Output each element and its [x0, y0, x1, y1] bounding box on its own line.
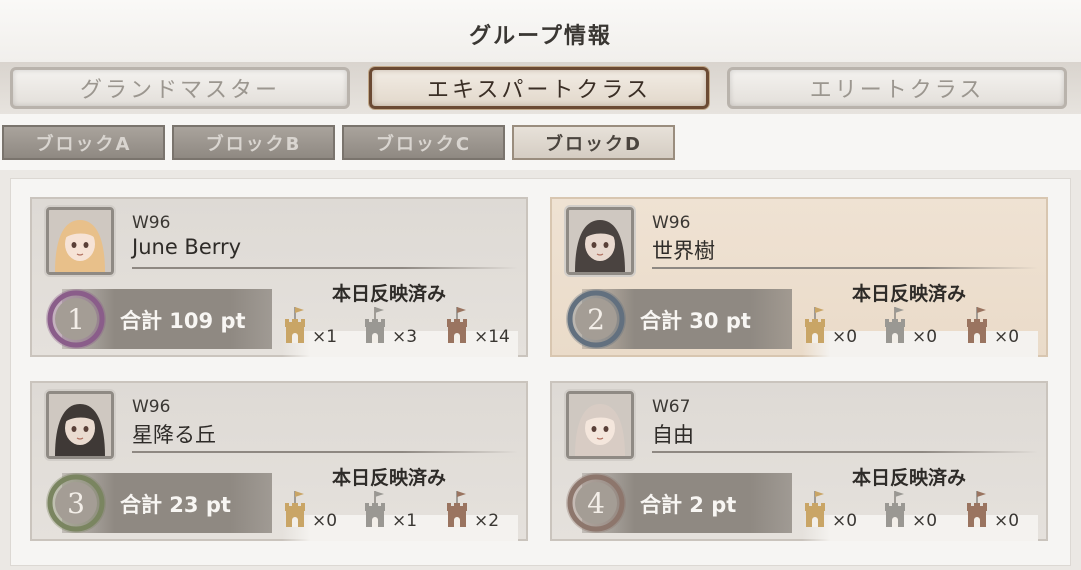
- guild-name: 星降る丘: [132, 423, 216, 447]
- guild-avatar: [566, 391, 634, 459]
- tab-expert-class[interactable]: エキスパートクラス: [369, 67, 709, 109]
- tower-count-item: ×1: [282, 305, 362, 349]
- name-divider: [132, 267, 518, 269]
- tower-count: ×0: [994, 327, 1020, 347]
- reflected-status: 本日反映済み: [852, 467, 967, 489]
- block-tab-d[interactable]: ブロックD: [512, 125, 675, 160]
- block-tabs: ブロックA ブロックB ブロックC ブロックD: [0, 114, 1081, 170]
- block-tab-a[interactable]: ブロックA: [2, 125, 165, 160]
- ranking-card[interactable]: W96 星降る丘 3 合計 23 pt 本日反映済み ×0 ×1 ×2: [30, 381, 528, 541]
- reflected-status: 本日反映済み: [852, 283, 967, 305]
- tower-count: ×2: [474, 511, 500, 531]
- server-label: W96: [652, 213, 691, 233]
- tower-count-item: ×0: [282, 489, 362, 533]
- guild-avatar: [566, 207, 634, 275]
- tower-count-item: ×14: [444, 305, 524, 349]
- rank-number: 1: [67, 302, 85, 336]
- guild-name: 自由: [652, 423, 694, 447]
- tower-count: ×1: [312, 327, 338, 347]
- server-label: W67: [652, 397, 691, 417]
- class-tabs: グランドマスター エキスパートクラス エリートクラス: [0, 62, 1081, 114]
- tower-count-item: ×0: [802, 305, 882, 349]
- ranking-card[interactable]: W67 自由 4 合計 2 pt 本日反映済み ×0 ×0 ×0: [550, 381, 1048, 541]
- ranking-card[interactable]: W96 June Berry 1 合計 109 pt 本日反映済み ×1 ×3 ×14: [30, 197, 528, 357]
- tower-count: ×1: [392, 511, 418, 531]
- name-divider: [652, 451, 1038, 453]
- tower-count-item: ×0: [964, 305, 1044, 349]
- tab-elite-class[interactable]: エリートクラス: [727, 67, 1067, 109]
- guild-name: June Berry: [132, 235, 242, 259]
- tower-count: ×14: [474, 327, 510, 347]
- tower-count-item: ×0: [802, 489, 882, 533]
- rank-number: 4: [587, 486, 605, 520]
- guild-name: 世界樹: [652, 239, 715, 263]
- total-points: 合計 2 pt: [640, 493, 737, 517]
- tower-count-item: ×0: [882, 305, 962, 349]
- name-divider: [652, 267, 1038, 269]
- guild-avatar: [46, 391, 114, 459]
- tower-count: ×0: [832, 511, 858, 531]
- block-tab-c[interactable]: ブロックC: [342, 125, 505, 160]
- page-title: グループ情報: [469, 23, 612, 49]
- tower-count-item: ×0: [882, 489, 962, 533]
- tower-count: ×3: [392, 327, 418, 347]
- tower-count-item: ×0: [964, 489, 1044, 533]
- rank-number: 3: [67, 486, 85, 520]
- total-points: 合計 23 pt: [120, 493, 231, 517]
- name-divider: [132, 451, 518, 453]
- total-points: 合計 30 pt: [640, 309, 751, 333]
- tower-count: ×0: [912, 327, 938, 347]
- header-bar: グループ情報: [0, 0, 1081, 62]
- tab-grandmaster[interactable]: グランドマスター: [10, 67, 350, 109]
- server-label: W96: [132, 397, 171, 417]
- tower-count-item: ×2: [444, 489, 524, 533]
- reflected-status: 本日反映済み: [332, 283, 447, 305]
- total-points: 合計 109 pt: [120, 309, 246, 333]
- tower-count: ×0: [312, 511, 338, 531]
- tower-count: ×0: [912, 511, 938, 531]
- tower-count-item: ×1: [362, 489, 442, 533]
- tower-count: ×0: [832, 327, 858, 347]
- ranking-card[interactable]: W96 世界樹 2 合計 30 pt 本日反映済み ×0 ×0 ×0: [550, 197, 1048, 357]
- tower-count: ×0: [994, 511, 1020, 531]
- server-label: W96: [132, 213, 171, 233]
- guild-avatar: [46, 207, 114, 275]
- tower-count-item: ×3: [362, 305, 442, 349]
- rank-number: 2: [587, 302, 605, 336]
- block-tab-b[interactable]: ブロックB: [172, 125, 335, 160]
- reflected-status: 本日反映済み: [332, 467, 447, 489]
